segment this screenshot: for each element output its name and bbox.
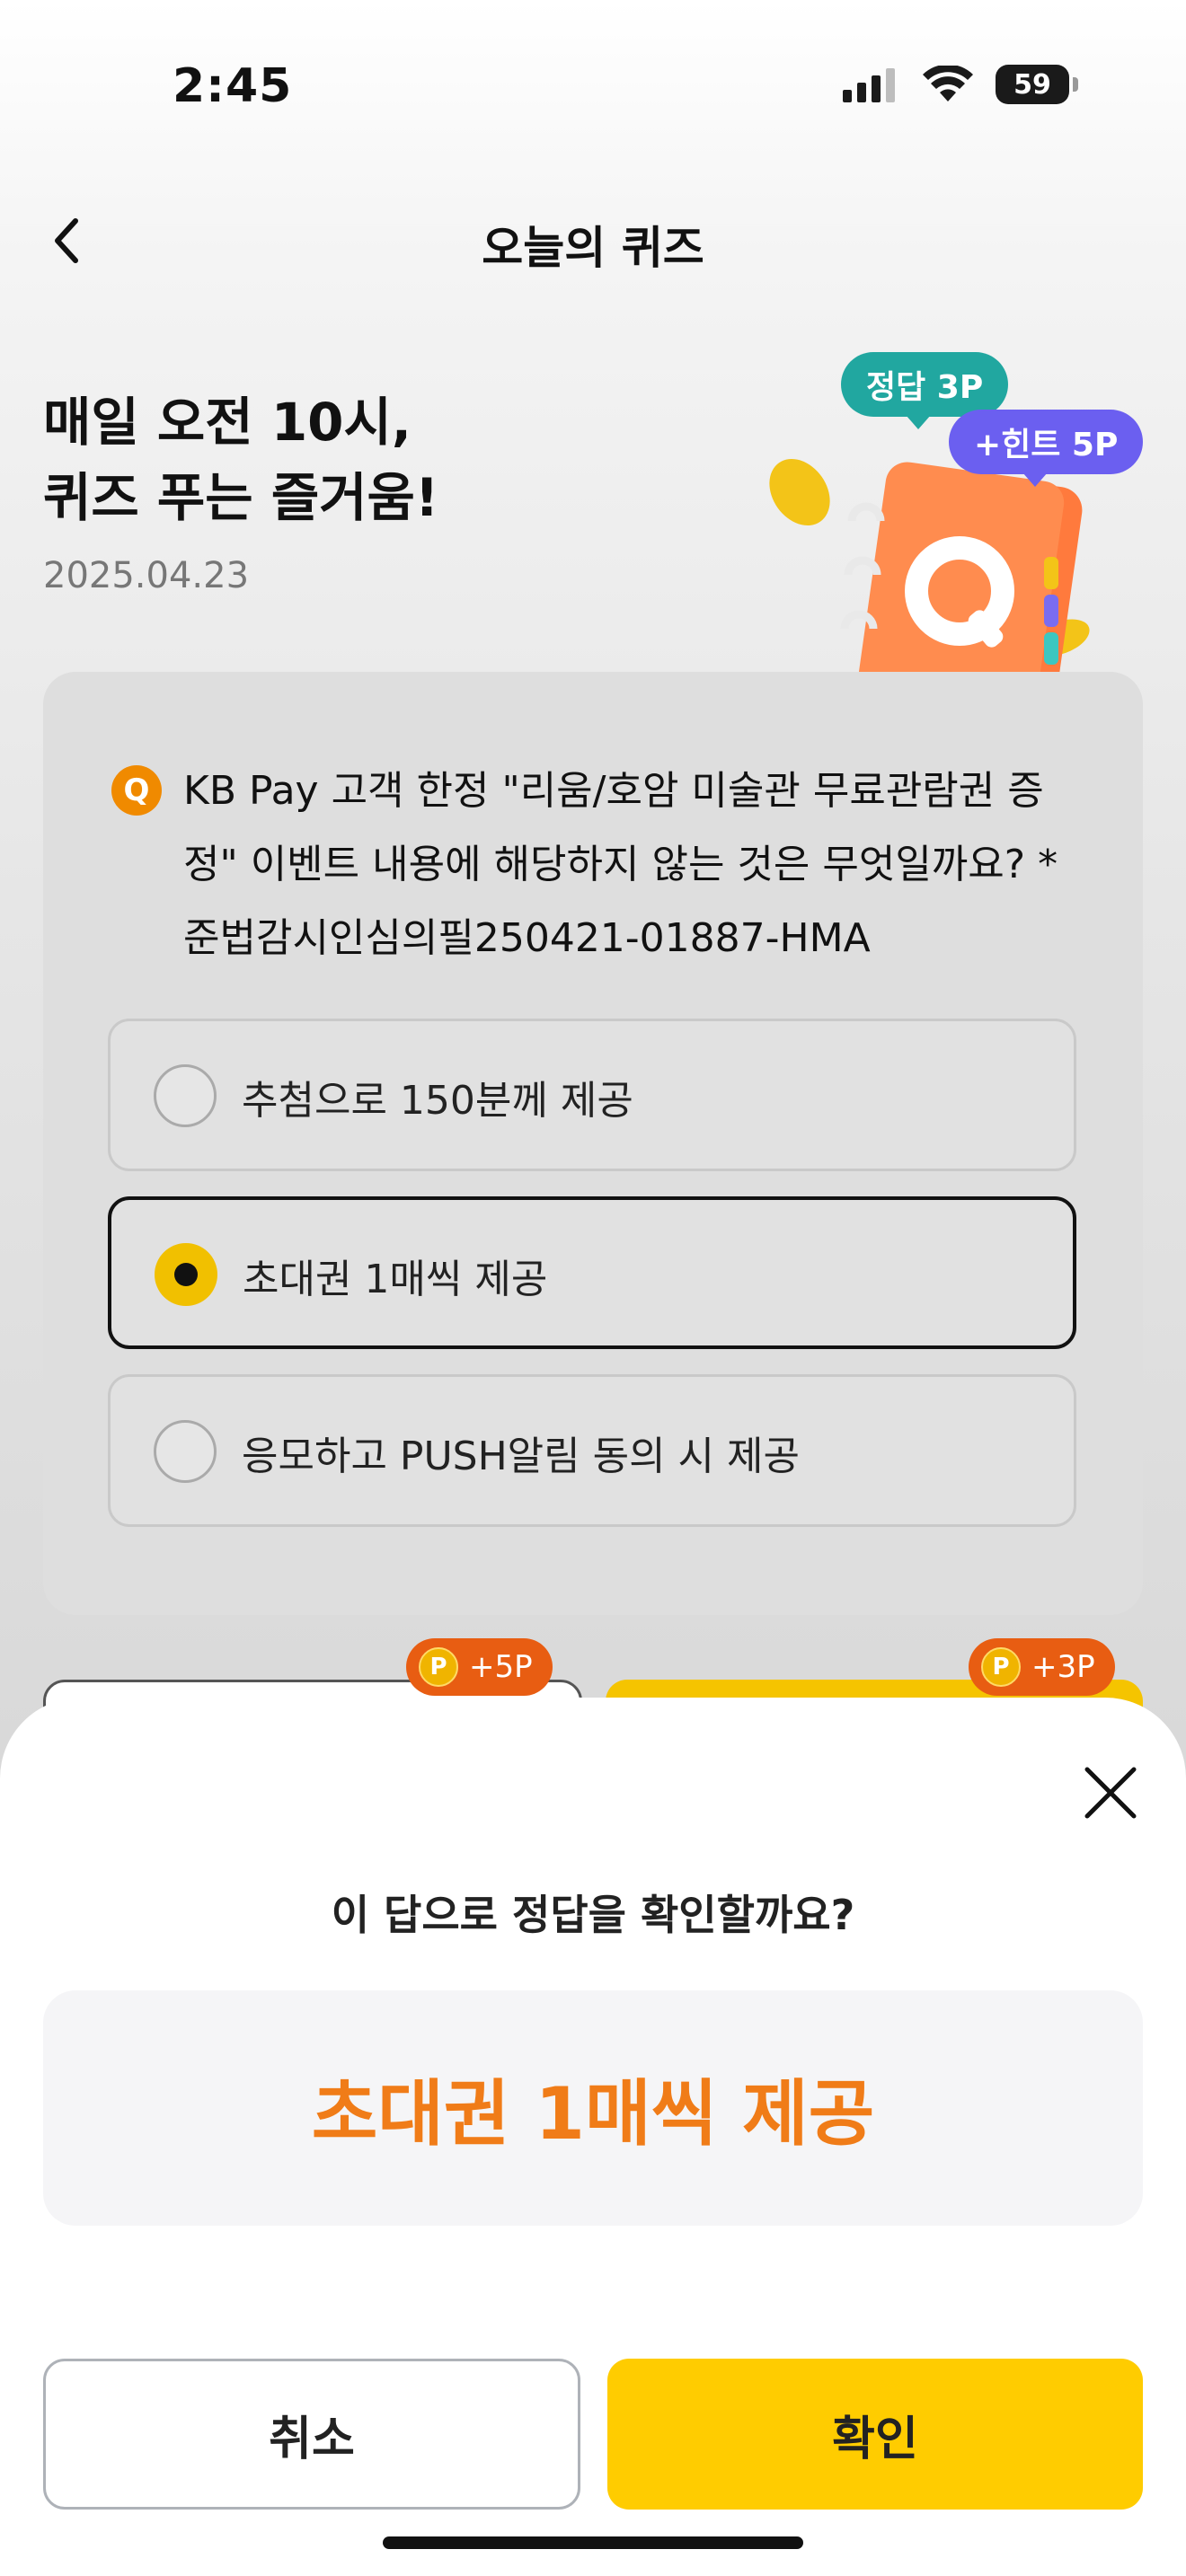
cancel-button[interactable]: 취소	[43, 2359, 580, 2510]
back-button[interactable]	[43, 212, 93, 269]
quiz-option-2[interactable]: 초대권 1매씩 제공	[108, 1196, 1076, 1349]
quiz-option-1[interactable]: 추첨으로 150분께 제공	[108, 1019, 1076, 1171]
hint-points-bubble: +힌트 5P	[949, 410, 1144, 487]
question-badge: Q	[111, 765, 162, 816]
close-icon[interactable]	[1076, 1759, 1145, 1827]
option-label: 응모하고 PUSH알림 동의 시 제공	[242, 1434, 800, 1479]
hint-points-value: +5P	[469, 1649, 533, 1685]
hero-title-line2: 퀴즈 푸는 즐거움!	[43, 467, 439, 528]
point-coin-icon: P	[419, 1647, 458, 1687]
battery-cap	[1073, 77, 1078, 92]
status-icons: 59	[843, 65, 1078, 104]
confirm-button[interactable]: 확인	[607, 2359, 1143, 2510]
radio-button[interactable]	[154, 1064, 217, 1127]
quiz-option-3[interactable]: 응모하고 PUSH알림 동의 시 제공	[108, 1374, 1076, 1527]
quiz-date: 2025.04.23	[43, 555, 250, 596]
option-label: 초대권 1매씩 제공	[243, 1257, 548, 1302]
battery-level: 59	[1013, 68, 1051, 101]
sheet-question: 이 답으로 정답을 확인할까요?	[331, 1891, 855, 1939]
page-title: 오늘의 퀴즈	[482, 222, 704, 274]
hero-title: 매일 오전 10시, 퀴즈 푸는 즐거움!	[43, 384, 438, 535]
hint-points-badge: P +5P	[406, 1638, 553, 1696]
selected-answer-box: 초대권 1매씩 제공	[43, 1990, 1143, 2226]
selected-answer-text: 초대권 1매씩 제공	[311, 2072, 875, 2156]
battery-icon: 59	[996, 65, 1069, 104]
answer-points-bubble: 정답 3P	[841, 352, 1009, 429]
point-coin-icon: P	[981, 1647, 1021, 1687]
answer-points-badge: P +3P	[969, 1638, 1115, 1696]
wifi-icon	[923, 66, 973, 101]
cellular-signal-icon	[843, 68, 895, 102]
question-text: KB Pay 고객 한정 "리움/호암 미술관 무료관람권 증정" 이벤트 내용…	[183, 768, 1058, 961]
option-label: 추첨으로 150분께 제공	[242, 1078, 633, 1124]
answer-points-value: +3P	[1031, 1649, 1095, 1685]
radio-button[interactable]	[154, 1420, 217, 1483]
status-time: 2:45	[173, 59, 293, 113]
home-indicator	[383, 2536, 803, 2549]
radio-button-selected[interactable]	[155, 1243, 217, 1306]
hero-title-line1: 매일 오전 10시,	[43, 392, 412, 453]
